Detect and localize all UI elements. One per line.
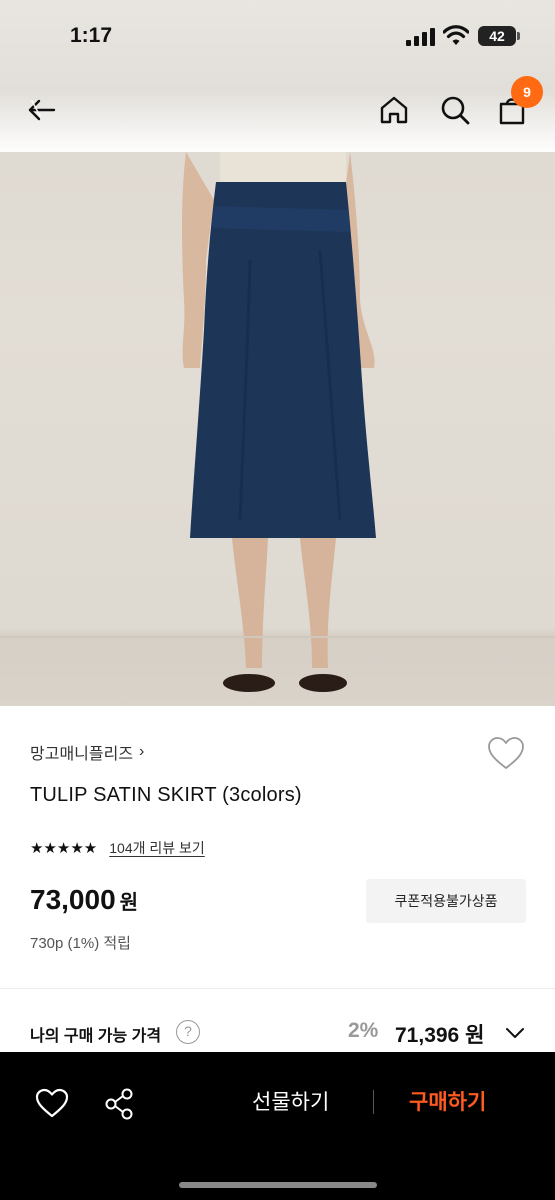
back-button[interactable] xyxy=(20,88,64,132)
wishlist-button[interactable] xyxy=(486,734,526,774)
my-price-label: 나의 구매 가능 가격 xyxy=(30,1028,162,1045)
my-price-row[interactable]: 나의 구매 가능 가격 ? 2% 71,396 원 xyxy=(30,1018,530,1050)
buy-button[interactable]: 구매하기 xyxy=(409,1086,486,1116)
share-button[interactable] xyxy=(100,1084,140,1124)
price-unit: 원 xyxy=(119,892,139,914)
cellular-signal-icon xyxy=(406,28,435,46)
brand-name: 망고매니플리즈 xyxy=(30,746,134,763)
coupon-unavailable-badge: 쿠폰적용불가상품 xyxy=(366,879,526,923)
star-rating: ★★★★★ xyxy=(30,840,98,857)
home-button[interactable] xyxy=(372,88,416,132)
bottom-wishlist-button[interactable] xyxy=(32,1084,72,1124)
price-row: 73,000 원 xyxy=(30,884,138,916)
cart-count-badge: 9 xyxy=(511,76,543,108)
top-nav xyxy=(0,80,555,140)
button-separator xyxy=(373,1090,374,1114)
battery-icon: 42 xyxy=(478,26,516,46)
status-bar: 1:17 42 xyxy=(0,0,555,70)
battery-tip xyxy=(517,32,520,40)
product-title: TULIP SATIN SKIRT (3colors) xyxy=(30,784,302,806)
search-icon xyxy=(441,96,470,125)
gift-button[interactable]: 선물하기 xyxy=(252,1086,329,1116)
discount-rate: 2% xyxy=(348,1019,379,1042)
heart-outline-icon xyxy=(488,737,524,769)
chevron-down-icon[interactable] xyxy=(504,1022,526,1044)
share-icon xyxy=(105,1088,133,1120)
heart-icon xyxy=(35,1088,69,1118)
product-price: 73,000 xyxy=(30,884,116,915)
back-arrow-icon xyxy=(28,99,56,121)
brand-link[interactable]: 망고매니플리즈 › xyxy=(30,740,144,764)
floor-line xyxy=(0,636,555,638)
home-icon xyxy=(380,96,408,124)
rating-row: ★★★★★ 104개 리뷰 보기 xyxy=(30,838,205,858)
reward-points: 730p (1%) 적립 xyxy=(30,935,131,952)
home-indicator xyxy=(179,1182,377,1188)
review-link[interactable]: 104개 리뷰 보기 xyxy=(109,838,205,858)
help-icon[interactable]: ? xyxy=(176,1020,200,1044)
status-time: 1:17 xyxy=(70,24,113,47)
wifi-icon xyxy=(443,25,469,45)
section-divider xyxy=(0,988,555,989)
bottom-action-bar: 선물하기 구매하기 xyxy=(0,1052,555,1200)
search-button[interactable] xyxy=(433,88,477,132)
chevron-right-icon: › xyxy=(139,743,145,760)
my-price-value: 71,396 원 xyxy=(395,1024,485,1047)
